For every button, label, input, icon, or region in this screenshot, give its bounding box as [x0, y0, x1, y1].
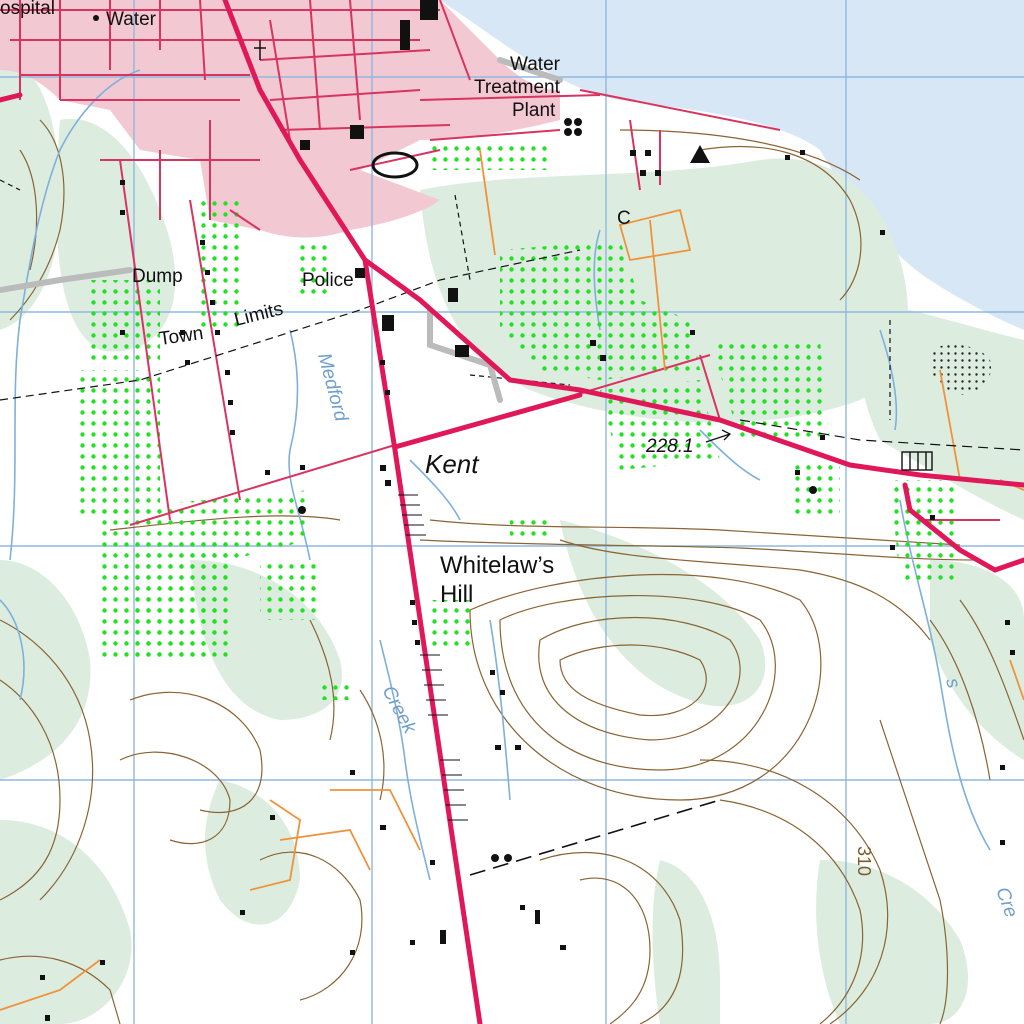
label-hospital: ospital: [0, 0, 55, 19]
topographic-map[interactable]: ospital Water Water Treatment Plant Dump…: [0, 0, 1024, 1024]
label-water-treatment-line2: Treatment: [474, 77, 561, 98]
label-water-treatment-line3: Plant: [512, 100, 556, 121]
label-water-treatment-line1: Water: [510, 54, 561, 75]
label-water: Water: [106, 9, 157, 30]
label-church-c: C: [617, 208, 631, 229]
label-kent: Kent: [425, 449, 480, 479]
police-station-icon: [355, 268, 365, 278]
label-spot-elevation: 228.1: [645, 436, 694, 457]
label-contour-310: 310: [854, 846, 874, 876]
label-dump: Dump: [132, 266, 183, 287]
label-whitelaws-hill-line2: Hill: [440, 581, 473, 608]
water-point-icon: [93, 15, 99, 21]
label-police: Police: [302, 270, 354, 291]
label-whitelaws-hill-line1: Whitelaw’s: [440, 552, 554, 579]
